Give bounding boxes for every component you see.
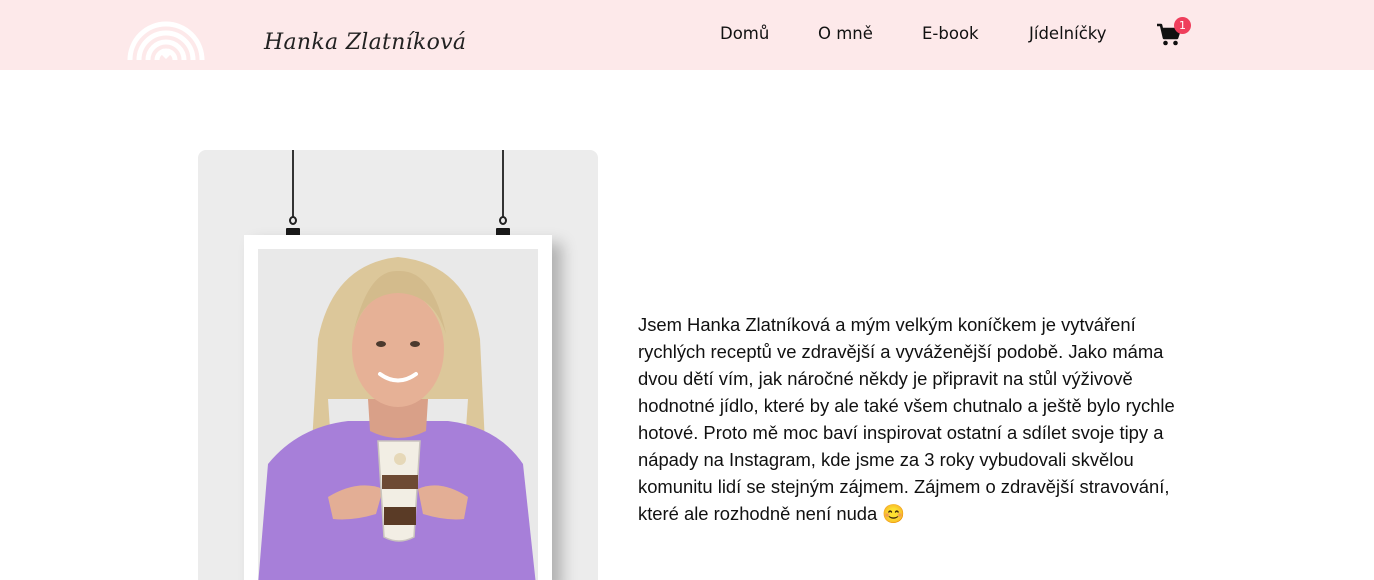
hanging-wire-left — [292, 150, 294, 220]
hanging-wire-right — [502, 150, 504, 220]
clip-ring-left — [289, 216, 297, 225]
nav-link-home[interactable]: Domů — [720, 24, 769, 43]
nav-link-about[interactable]: O mně — [818, 24, 873, 43]
nav-link-ebook[interactable]: E-book — [922, 24, 979, 43]
site-header: Hanka Zlatníková Domů O mně E-book Jídel… — [0, 0, 1374, 70]
profile-photo-frame — [198, 150, 598, 580]
about-bio-text: Jsem Hanka Zlatníková a mým velkým koníč… — [638, 314, 1175, 524]
profile-photo — [258, 249, 538, 580]
cart-count-badge[interactable]: 1 — [1174, 17, 1191, 34]
clip-ring-right — [499, 216, 507, 225]
hanging-poster — [244, 235, 552, 580]
nav-link-meal-plans[interactable]: Jídelníčky — [1029, 24, 1107, 43]
